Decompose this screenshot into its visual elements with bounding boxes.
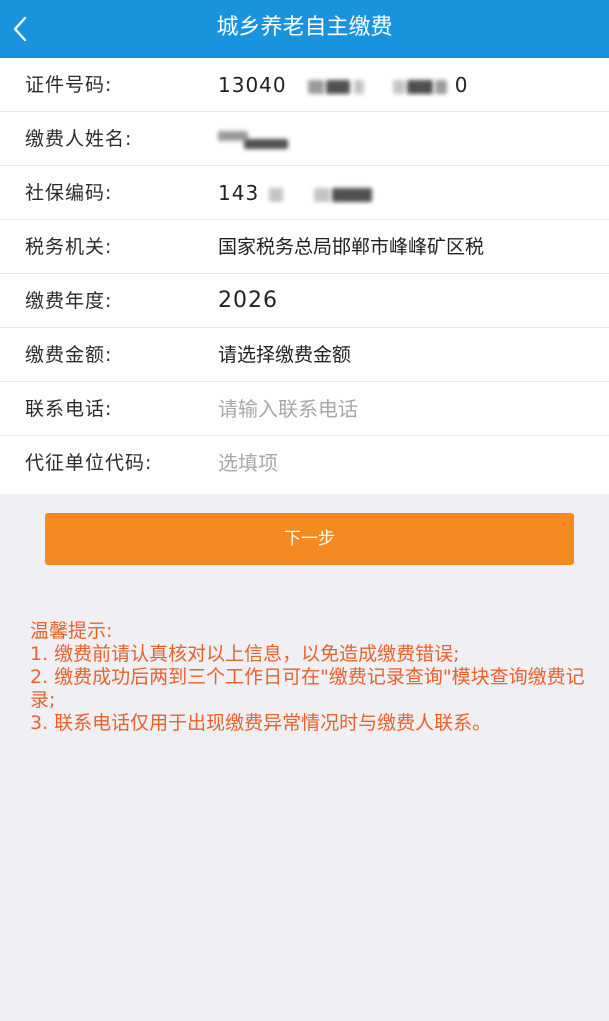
payer-name-label: 缴费人姓名: — [25, 128, 133, 150]
tips-title: 温馨提示: — [30, 620, 113, 642]
tax-authority-value: 国家税务总局邯郸市峰峰矿区税 — [218, 236, 485, 258]
redacted-mask — [325, 79, 350, 94]
social-security-code-value: 143 — [218, 166, 372, 220]
id-number-row: 证件号码: 13040 0 — [0, 58, 609, 112]
social-security-code-row: 社保编码: 143 — [0, 166, 609, 220]
payment-form: 证件号码: 13040 0 缴费人姓名: 社保编码: 143 税务机关: 国家税… — [0, 58, 609, 494]
id-number-label: 证件号码: — [25, 74, 113, 96]
tip-item: 2. 缴费成功后两到三个工作日可在"缴费记录查询"模块查询缴费记录; — [30, 666, 585, 711]
contact-phone-label: 联系电话: — [25, 398, 113, 420]
redacted-mask — [307, 79, 324, 94]
agent-unit-code-row[interactable]: 代征单位代码: 选填项 — [0, 436, 609, 490]
chevron-left-icon — [13, 16, 27, 42]
payer-name-row: 缴费人姓名: — [0, 112, 609, 166]
redacted-mask — [353, 79, 364, 94]
next-step-button[interactable]: 下一步 — [45, 513, 574, 565]
payment-year-row[interactable]: 缴费年度: 2026 — [0, 274, 609, 328]
id-number-suffix: 0 — [454, 73, 469, 97]
payment-year-label: 缴费年度: — [25, 290, 113, 312]
redacted-mask — [313, 187, 330, 202]
agent-unit-code-input[interactable]: 选填项 — [218, 436, 278, 490]
redacted-mask — [407, 79, 434, 94]
tax-authority-row: 税务机关: 国家税务总局邯郸市峰峰矿区税 — [0, 220, 609, 274]
redacted-mask — [331, 187, 372, 202]
contact-phone-row[interactable]: 联系电话: 请输入联系电话 — [0, 382, 609, 436]
payment-amount-select[interactable]: 请选择缴费金额 — [218, 328, 351, 382]
payer-name-value — [218, 112, 288, 166]
id-number-prefix: 13040 — [218, 73, 287, 97]
redacted-mask — [244, 138, 288, 149]
social-security-code-prefix: 143 — [218, 181, 260, 205]
redacted-mask — [268, 187, 283, 202]
back-button[interactable] — [0, 0, 50, 58]
tips-section: 温馨提示: 1. 缴费前请认真核对以上信息，以免造成缴费错误; 2. 缴费成功后… — [30, 620, 585, 735]
id-number-value: 13040 0 — [218, 58, 468, 112]
tip-item: 3. 联系电话仅用于出现缴费异常情况时与缴费人联系。 — [30, 712, 492, 734]
header-bar: 城乡养老自主缴费 — [0, 0, 609, 58]
payment-amount-label: 缴费金额: — [25, 344, 113, 366]
tip-item: 1. 缴费前请认真核对以上信息，以免造成缴费错误; — [30, 643, 460, 665]
redacted-mask — [393, 79, 406, 94]
redacted-mask — [435, 79, 448, 94]
payment-amount-row[interactable]: 缴费金额: 请选择缴费金额 — [0, 328, 609, 382]
payment-year-value[interactable]: 2026 — [218, 274, 278, 328]
page-title: 城乡养老自主缴费 — [216, 15, 393, 40]
social-security-code-label: 社保编码: — [25, 182, 113, 204]
agent-unit-code-label: 代征单位代码: — [25, 452, 153, 474]
contact-phone-input[interactable]: 请输入联系电话 — [218, 382, 358, 436]
tax-authority-label: 税务机关: — [25, 236, 113, 258]
